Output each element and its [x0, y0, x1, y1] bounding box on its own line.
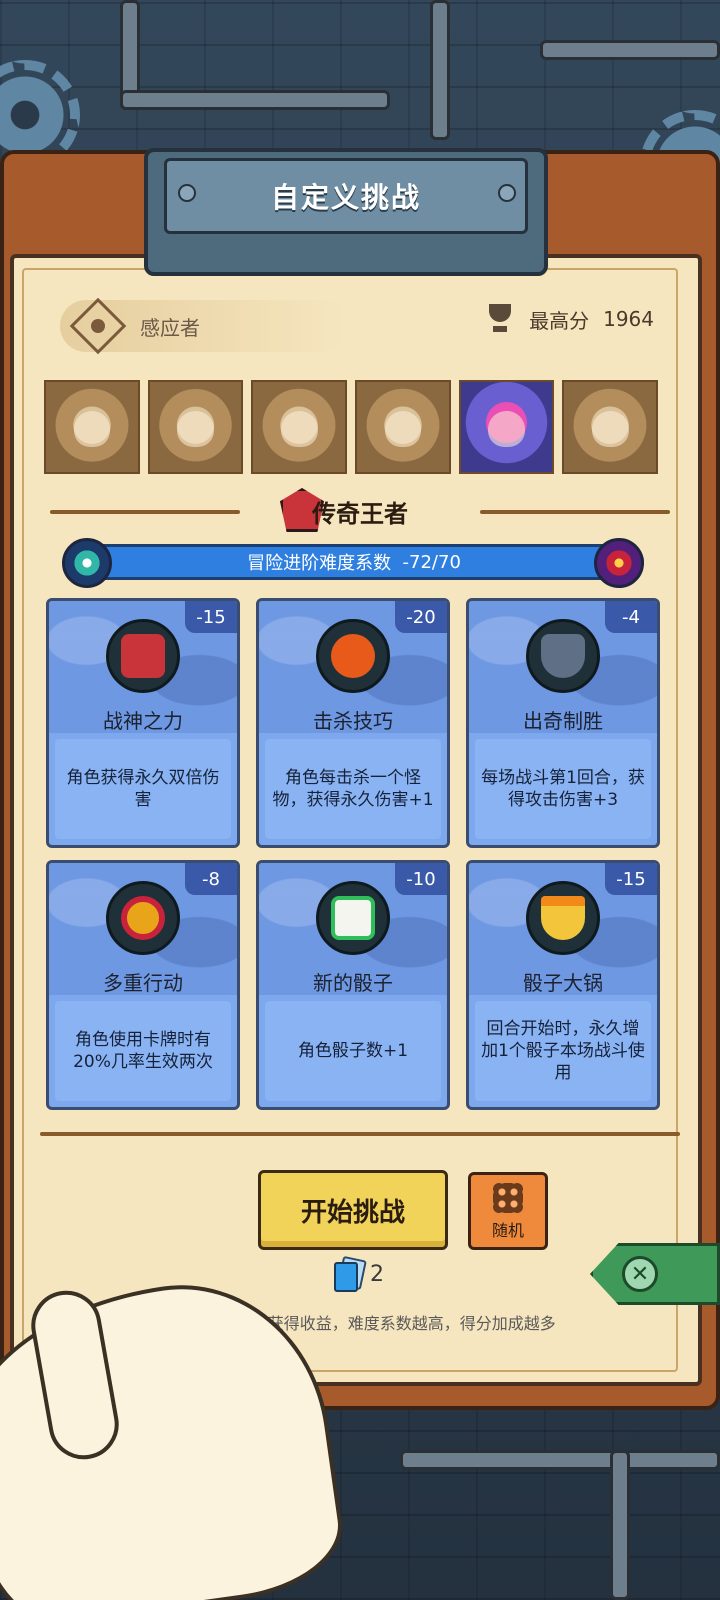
card-desc: 每场战斗第1回合，获得攻击伤害+3: [475, 739, 651, 839]
hero-portrait[interactable]: [355, 380, 451, 474]
demon-monster-icon: [594, 538, 644, 588]
hero-portrait[interactable]: [251, 380, 348, 474]
burst-icon: [106, 881, 180, 955]
dice-icon: [316, 881, 390, 955]
modifier-card[interactable]: -15 骰子大锅 回合开始时，永久增加1个骰子本场战斗使用: [466, 860, 660, 1110]
modifier-card[interactable]: -20 击杀技巧 角色每击杀一个怪物，获得永久伤害+1: [256, 598, 450, 848]
pipe: [400, 1450, 720, 1470]
ornament-line: [40, 1132, 680, 1136]
rank-row: 传奇王者: [40, 486, 680, 536]
hero-portraits: [44, 380, 659, 474]
hero-portrait[interactable]: [562, 380, 659, 474]
deck-count: 2: [334, 1258, 384, 1292]
card-name: 新的骰子: [313, 971, 393, 995]
best-score-label: 最高分: [529, 308, 590, 333]
modifier-card[interactable]: -10 新的骰子 角色骰子数+1: [256, 860, 450, 1110]
difficulty-value: -72/70: [402, 551, 461, 573]
eye-monster-icon: [62, 538, 112, 588]
hero-portrait[interactable]: [147, 380, 244, 474]
shield-icon: [526, 619, 600, 693]
card-name: 多重行动: [103, 971, 183, 995]
card-name: 出奇制胜: [523, 709, 603, 733]
card-cost: -20: [395, 601, 447, 633]
hero-portrait-selected[interactable]: [458, 380, 555, 474]
cauldron-icon: [526, 881, 600, 955]
pipe: [120, 90, 390, 110]
card-desc: 回合开始时，永久增加1个骰子本场战斗使用: [475, 1001, 651, 1101]
eye-icon: [69, 297, 127, 355]
difficulty-label: 冒险进阶难度系数: [247, 553, 392, 574]
card-desc: 角色骰子数+1: [265, 1001, 441, 1101]
trophy-icon: [485, 304, 515, 334]
close-icon[interactable]: ✕: [622, 1256, 658, 1292]
best-score: 最高分 1964: [485, 304, 654, 334]
card-cost: -15: [605, 863, 657, 895]
card-desc: 角色每击杀一个怪物，获得永久伤害+1: [265, 739, 441, 839]
pipe: [430, 0, 450, 140]
card-desc: 角色获得永久双倍伤害: [55, 739, 231, 839]
cards-icon: [334, 1258, 364, 1292]
hero-name: 感应者: [140, 315, 200, 340]
modifier-card[interactable]: -4 出奇制胜 每场战斗第1回合，获得攻击伤害+3: [466, 598, 660, 848]
hero-portrait[interactable]: [44, 380, 140, 474]
rage-icon: [106, 619, 180, 693]
flame-icon: [316, 619, 390, 693]
card-name: 战神之力: [103, 709, 183, 733]
page-title: 自定义挑战: [270, 181, 421, 214]
pipe: [540, 40, 720, 60]
card-desc: 角色使用卡牌时有20%几率生效两次: [55, 1001, 231, 1101]
pipe: [610, 1450, 630, 1600]
random-label: 随机: [491, 1221, 524, 1240]
random-button[interactable]: 随机: [468, 1172, 548, 1250]
card-cost: -8: [185, 863, 237, 895]
screw: [178, 184, 196, 202]
card-cost: -10: [395, 863, 447, 895]
rank-title: 传奇王者: [312, 500, 408, 528]
card-cost: -4: [605, 601, 657, 633]
best-score-value: 1964: [603, 307, 654, 331]
card-cost: -15: [185, 601, 237, 633]
start-challenge-button[interactable]: 开始挑战: [258, 1170, 448, 1250]
deck-count-value: 2: [370, 1261, 384, 1287]
card-name: 击杀技巧: [313, 709, 393, 733]
screw: [498, 184, 516, 202]
dice-icon: [493, 1183, 523, 1213]
title-plate: 自定义挑战: [164, 158, 528, 234]
modifier-card[interactable]: -15 战神之力 角色获得永久双倍伤害: [46, 598, 240, 848]
difficulty-bar: 冒险进阶难度系数 -72/70: [64, 544, 644, 580]
hero-selector[interactable]: 感应者: [60, 297, 350, 355]
modifier-card[interactable]: -8 多重行动 角色使用卡牌时有20%几率生效两次: [46, 860, 240, 1110]
card-name: 骰子大锅: [523, 971, 603, 995]
